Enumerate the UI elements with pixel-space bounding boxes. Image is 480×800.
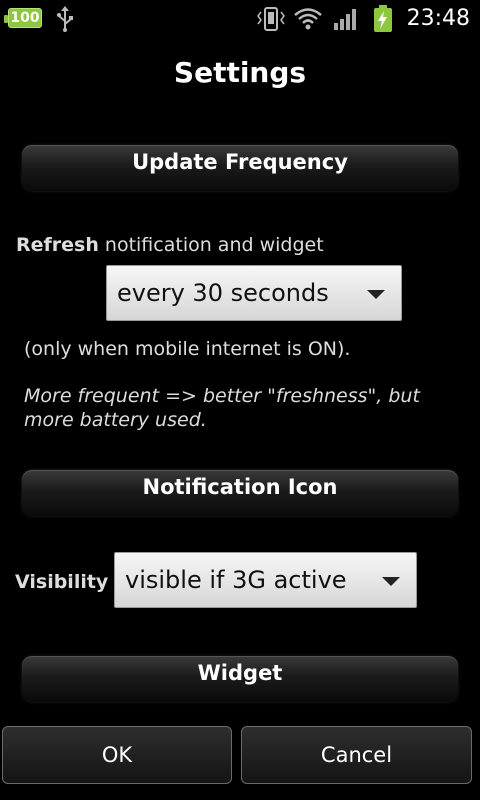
signal-icon (334, 9, 356, 30)
chevron-down-icon (382, 577, 400, 586)
chevron-down-icon (367, 290, 385, 299)
visibility-dropdown[interactable]: visible if 3G active (114, 552, 417, 608)
visibility-label: Visibility (15, 571, 109, 593)
refresh-label-rest: notification and widget (98, 234, 324, 256)
vibrate-icon (257, 7, 285, 31)
battery-level-indicator: 100 (4, 8, 42, 28)
section-header-update-frequency: Update Frequency (22, 145, 458, 191)
refresh-frequency-value: every 30 seconds (117, 279, 329, 307)
refresh-label: Refresh notification and widget (16, 234, 324, 256)
refresh-frequency-dropdown[interactable]: every 30 seconds (106, 265, 402, 321)
battery-charging-icon (374, 5, 392, 32)
refresh-label-bold: Refresh (16, 234, 99, 256)
section-header-widget: Widget (22, 656, 458, 702)
status-clock: 23:48 (406, 6, 470, 31)
page-title: Settings (173, 56, 307, 89)
cancel-button[interactable]: Cancel (241, 726, 472, 784)
refresh-hint: More frequent => better "freshness", but… (24, 385, 420, 431)
ok-button[interactable]: OK (2, 726, 232, 784)
section-header-notification-icon: Notification Icon (22, 470, 458, 516)
refresh-note: (only when mobile internet is ON). (24, 338, 351, 360)
button-bar: OK Cancel (0, 718, 480, 800)
usb-icon (57, 6, 73, 32)
status-bar: 100 23:48 (0, 0, 480, 38)
visibility-value: visible if 3G active (125, 566, 347, 594)
wifi-icon (294, 8, 322, 30)
battery-level-text: 100 (10, 10, 40, 26)
